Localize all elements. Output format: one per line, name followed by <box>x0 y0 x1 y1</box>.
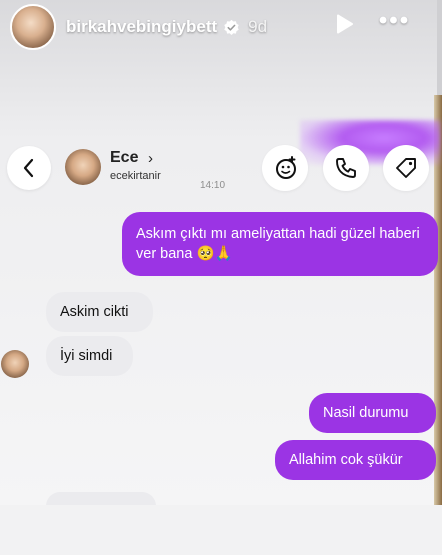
story-avatar[interactable] <box>10 4 56 50</box>
video-effects-button[interactable] <box>262 145 308 191</box>
message-text: Askım çıktı mı ameliyattan hadi güzel ha… <box>136 226 420 262</box>
play-icon[interactable] <box>333 13 355 35</box>
video-effects-icon <box>276 156 296 179</box>
message-bubble-received[interactable]: Askim cikti <box>46 292 153 332</box>
contact-avatar-small <box>1 350 29 378</box>
message-text: Allahim cok şükür <box>289 452 403 468</box>
message-bubble-sent[interactable]: Askım çıktı mı ameliyattan hadi güzel ha… <box>122 212 438 276</box>
story-frame: birkahvebingiybett 9d ••• Ece › ecekirta… <box>0 0 442 555</box>
message-text: Askim cikti <box>60 304 129 320</box>
call-button[interactable] <box>323 145 369 191</box>
footer-area <box>0 505 442 555</box>
contact-avatar[interactable] <box>65 149 101 185</box>
background-edge <box>437 0 442 95</box>
chevron-left-icon <box>23 158 34 178</box>
tag-icon <box>396 158 416 178</box>
tag-button[interactable] <box>383 145 429 191</box>
message-bubble-sent[interactable]: Nasil durumu <box>309 393 436 433</box>
verified-badge-icon <box>224 19 239 35</box>
story-username[interactable]: birkahvebingiybett <box>66 17 217 37</box>
back-button[interactable] <box>7 146 51 190</box>
message-text: İyi simdi <box>60 348 113 364</box>
message-timestamp: 14:10 <box>200 180 226 191</box>
contact-handle: ecekirtanir <box>110 170 161 182</box>
story-time: 9d <box>248 17 268 36</box>
more-options-icon[interactable]: ••• <box>372 9 417 38</box>
message-bubble-received[interactable]: İyi simdi <box>46 336 133 376</box>
contact-name[interactable]: Ece <box>110 149 138 167</box>
chat-header: Ece › ecekirtanir <box>0 140 442 200</box>
message-text: Nasil durumu <box>323 405 409 421</box>
message-bubble-sent[interactable]: Allahim cok şükür <box>275 440 436 480</box>
chevron-right-icon: › <box>148 150 153 167</box>
phone-icon <box>336 158 356 178</box>
